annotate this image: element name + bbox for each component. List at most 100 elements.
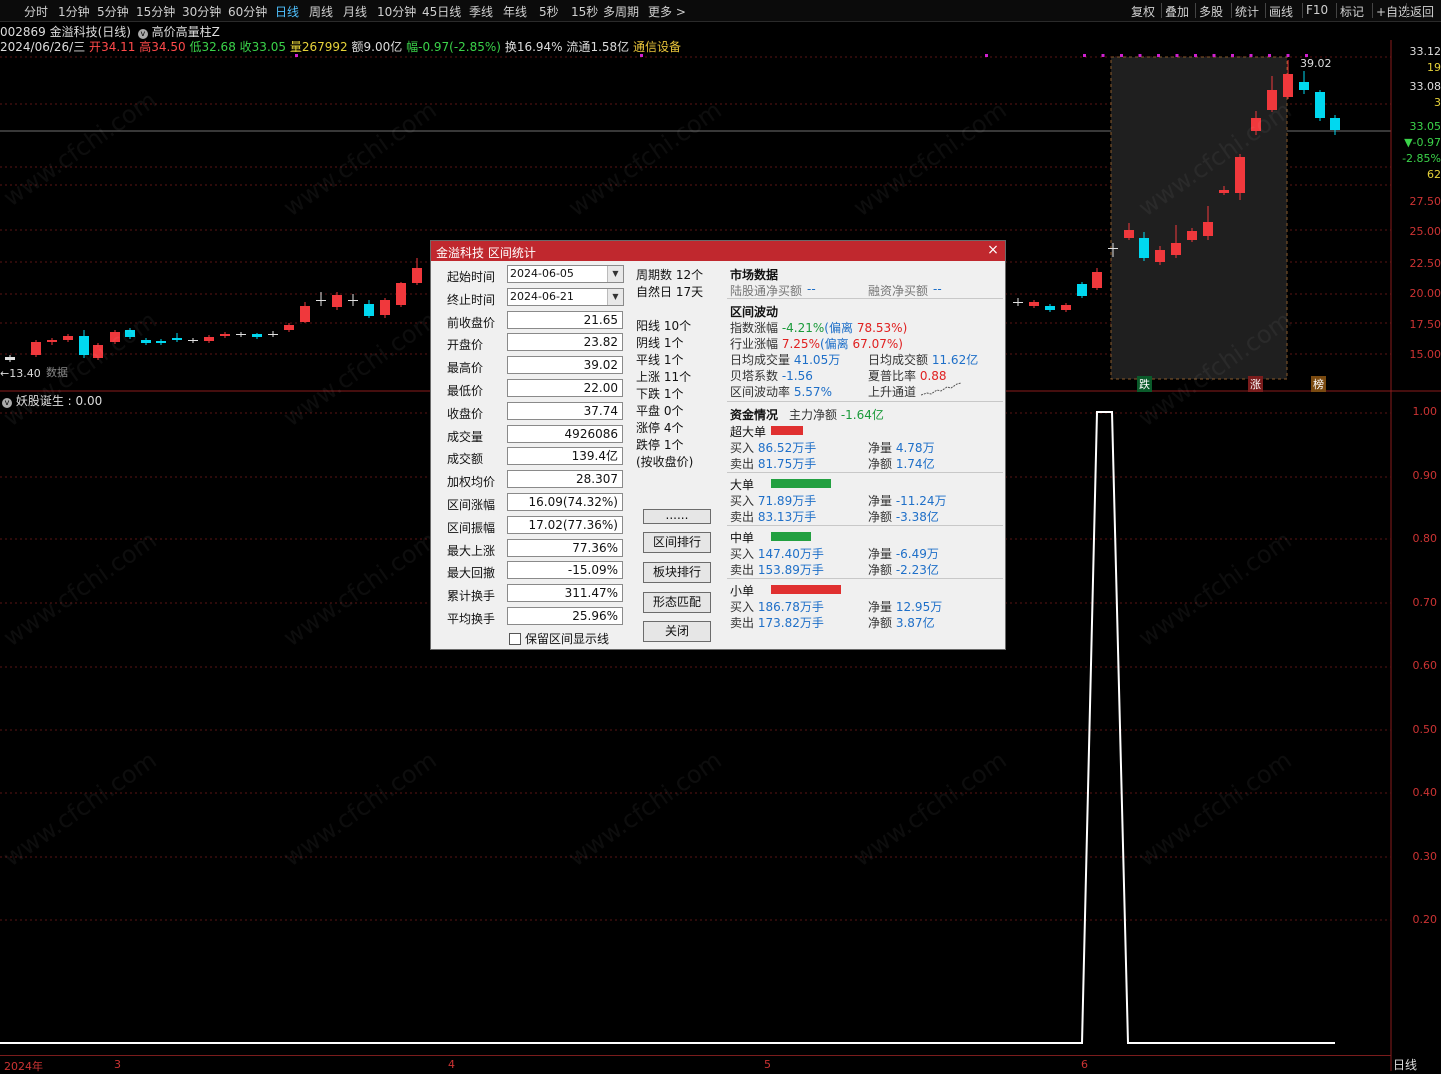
toolbar-button-1[interactable]: 叠加 <box>1165 3 1189 20</box>
period-tab-13[interactable]: 5秒 <box>539 3 559 20</box>
field-label: 前收盘价 <box>447 314 495 331</box>
fund-buy: 买入 186.78万手 <box>730 598 824 615</box>
fund-net-amt-label: 净额 <box>868 510 892 524</box>
period-tab-3[interactable]: 15分钟 <box>136 3 175 20</box>
period-tab-14[interactable]: 15秒 <box>571 3 598 20</box>
price-axis-label: 15.00 <box>1410 348 1441 361</box>
low-label: 低 <box>189 40 201 54</box>
close-icon[interactable]: × <box>986 242 1000 258</box>
change-value: -0.97(-2.85%) <box>418 40 501 54</box>
interval-highlight <box>1111 57 1287 379</box>
volatility-title: 区间波动 <box>730 303 778 320</box>
toolbar-button-7[interactable]: +自选 <box>1376 3 1410 20</box>
min-price-label: ←13.40 <box>0 367 41 380</box>
fund-net-amt-value: -3.38亿 <box>896 510 939 524</box>
indicator-axis-label: 0.30 <box>1413 850 1438 863</box>
period-tab-1[interactable]: 1分钟 <box>58 3 90 20</box>
dialog-button-4[interactable]: 关闭 <box>643 621 711 642</box>
avg-volume-value: 41.05万 <box>794 353 840 367</box>
fund-net-amt-label: 净额 <box>868 457 892 471</box>
channel: 上升通道 <box>868 383 916 400</box>
period-tab-7[interactable]: 周线 <box>309 3 333 20</box>
range-tag: 榜 <box>1311 376 1326 392</box>
candle-body <box>1045 306 1055 310</box>
chevron-down-icon[interactable]: ▼ <box>607 266 623 282</box>
field-value: 39.02 <box>507 356 623 374</box>
toolbar-button-6[interactable]: 标记 <box>1340 3 1364 20</box>
toolbar-button-3[interactable]: 统计 <box>1235 3 1259 20</box>
margin-value: -- <box>933 282 942 296</box>
period-tab-8[interactable]: 月线 <box>343 3 367 20</box>
avg-amount: 日均成交额 11.62亿 <box>868 351 978 368</box>
fund-buy-label: 买入 <box>730 600 754 614</box>
low-value: 32.68 <box>201 40 235 54</box>
dialog-button-2[interactable]: 板块排行 <box>643 562 711 583</box>
fund-net-qty-label: 净量 <box>868 494 892 508</box>
period-tab-12[interactable]: 年线 <box>503 3 527 20</box>
summary-line: 自然日 17天 <box>636 283 703 300</box>
fund-net-qty: 净量 4.78万 <box>868 439 935 456</box>
dialog-title: 金溢科技 区间统计 <box>436 244 536 261</box>
toolbar-button-5[interactable]: F10 <box>1306 3 1328 17</box>
period-tab-11[interactable]: 季线 <box>469 3 493 20</box>
toolbar-divider <box>1231 3 1232 18</box>
period-tab-4[interactable]: 30分钟 <box>182 3 221 20</box>
dialog-button-1[interactable]: 区间排行 <box>643 532 711 553</box>
separator <box>727 298 1003 299</box>
separator <box>727 472 1003 473</box>
candle-body <box>125 330 135 337</box>
main-indicator-name[interactable]: 高价高量柱Z <box>152 25 220 39</box>
candle-body <box>1171 243 1181 255</box>
period-tab-6[interactable]: 日线 <box>275 3 299 20</box>
quote-date: 2024/06/26/三 <box>0 40 85 54</box>
indicator-switch-icon[interactable]: v <box>2 398 12 408</box>
candle-body <box>141 340 151 343</box>
period-tab-9[interactable]: 10分钟 <box>377 3 416 20</box>
dialog-title-bar[interactable]: 金溢科技 区间统计 × <box>431 241 1005 261</box>
fund-net-amt-value: -2.23亿 <box>896 563 939 577</box>
open-label: 开 <box>89 40 101 54</box>
fund-net-qty-label: 净量 <box>868 441 892 455</box>
candle-body <box>1283 74 1293 97</box>
period-tab-15[interactable]: 多周期 <box>603 3 639 20</box>
toolbar-divider <box>1406 3 1407 18</box>
summary-line: 上涨 11个 <box>636 368 691 385</box>
fund-buy-value: 147.40万手 <box>758 547 824 561</box>
interval-stats-dialog: 金溢科技 区间统计 × 起始时间2024-06-05▼终止时间2024-06-2… <box>430 240 1006 650</box>
fund-bar <box>771 585 841 594</box>
toolbar-button-4[interactable]: 画线 <box>1269 3 1293 20</box>
date-combo[interactable]: 2024-06-05▼ <box>507 265 624 283</box>
dialog-button-0[interactable]: ...... <box>643 509 711 524</box>
fund-buy-label: 买入 <box>730 441 754 455</box>
period-tab-0[interactable]: 分时 <box>24 3 48 20</box>
chevron-down-icon[interactable]: ▼ <box>607 289 623 305</box>
date-axis-label: 3 <box>114 1058 121 1071</box>
period-tab-2[interactable]: 5分钟 <box>97 3 129 20</box>
summary-line: 涨停 4个 <box>636 419 683 436</box>
sector-link[interactable]: 通信设备 <box>633 40 681 54</box>
toolbar-button-0[interactable]: 复权 <box>1131 3 1155 20</box>
keep-lines-checkbox[interactable] <box>509 633 521 645</box>
signal-dot <box>1157 54 1160 57</box>
toolbar-button-8[interactable]: 返回 <box>1410 3 1434 20</box>
fund-sell: 卖出 153.89万手 <box>730 561 824 578</box>
industry-change: 行业涨幅 7.25%(偏离 67.07%) <box>730 335 903 352</box>
summary-line: 阴线 1个 <box>636 334 683 351</box>
date-combo[interactable]: 2024-06-21▼ <box>507 288 624 306</box>
candle-body <box>5 357 15 360</box>
market-data-title: 市场数据 <box>730 266 778 283</box>
period-tab-16[interactable]: 更多 > <box>648 3 686 20</box>
fund-net-amt-label: 净额 <box>868 563 892 577</box>
candle-body <box>300 306 310 322</box>
candle-body <box>188 340 198 341</box>
index-dev-label: (偏离 <box>824 321 853 335</box>
field-value: 4926086 <box>507 425 623 443</box>
toolbar-button-2[interactable]: 多股 <box>1199 3 1223 20</box>
period-tag[interactable]: 日线 <box>1393 1056 1417 1073</box>
signal-dot <box>1231 54 1234 57</box>
period-tab-5[interactable]: 60分钟 <box>228 3 267 20</box>
candle-body <box>412 268 422 283</box>
main-net-label: 主力净额 <box>789 408 837 422</box>
period-tab-10[interactable]: 45日线 <box>422 3 461 20</box>
dialog-button-3[interactable]: 形态匹配 <box>643 592 711 613</box>
